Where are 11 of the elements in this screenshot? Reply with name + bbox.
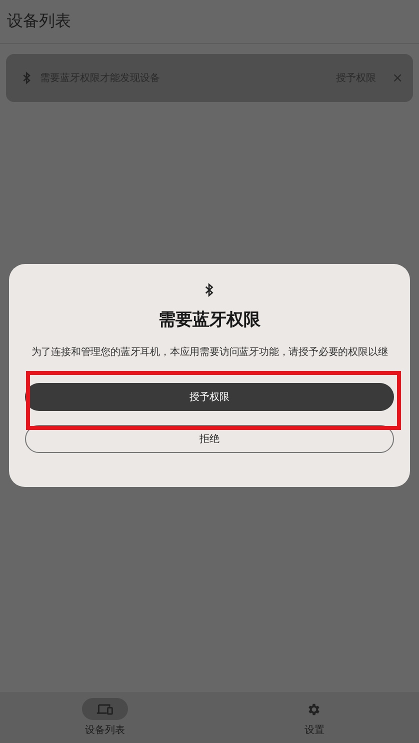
- dialog-title: 需要蓝牙权限: [158, 309, 260, 331]
- devices-icon: [96, 702, 114, 716]
- dialog-message: 为了连接和管理您的蓝牙耳机，本应用需要访问蓝牙功能，请授予必要的权限以继: [31, 346, 388, 359]
- nav-tab[interactable]: 设置: [210, 692, 419, 743]
- grant-button[interactable]: 授予权限: [25, 383, 394, 411]
- nav-tab[interactable]: 设备列表: [0, 692, 210, 743]
- bluetooth-icon: [204, 282, 215, 298]
- close-button[interactable]: ×: [392, 70, 403, 86]
- deny-button[interactable]: 拒绝: [25, 425, 394, 453]
- bluetooth-icon: [22, 71, 32, 85]
- page-title: 设备列表: [7, 11, 71, 32]
